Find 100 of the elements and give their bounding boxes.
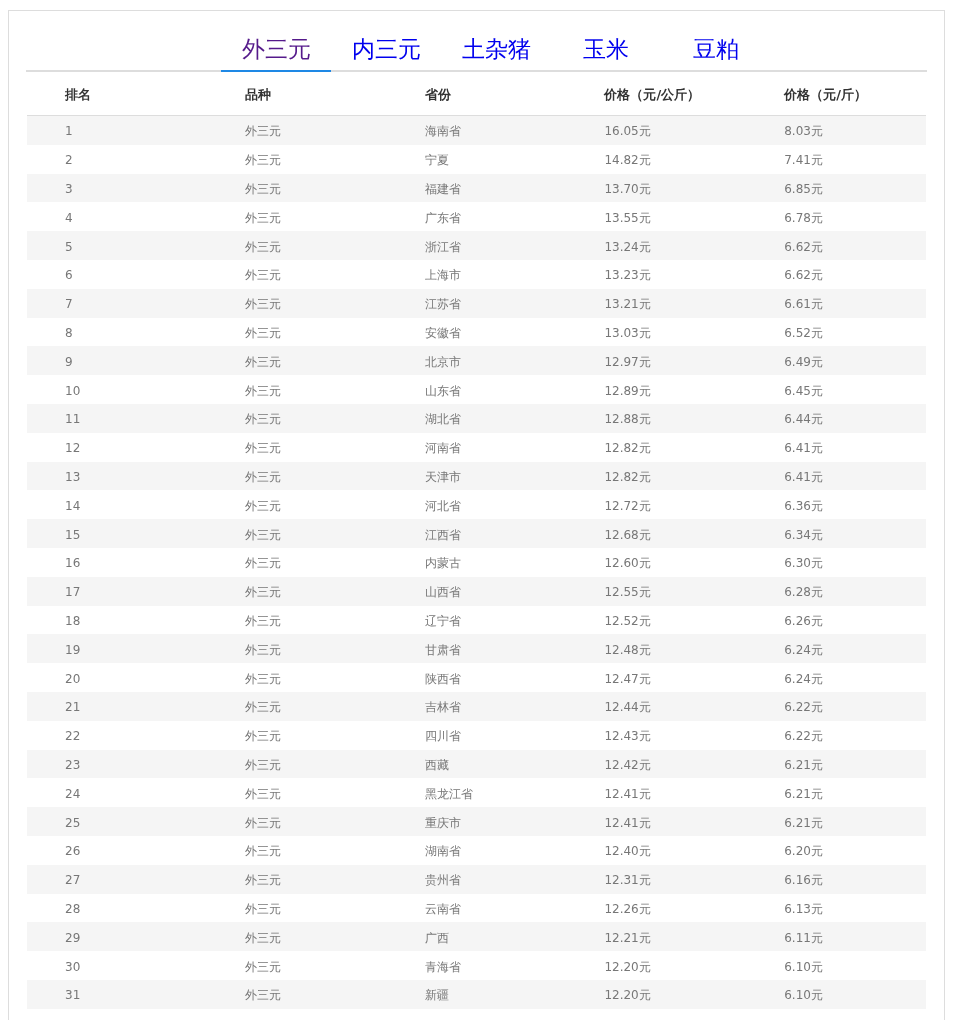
table-cell: 外三元 — [244, 124, 281, 139]
table-cell: 7.41元 — [784, 153, 823, 168]
table-cell: 新疆 — [424, 988, 449, 1003]
table-cell: 16.05元 — [604, 124, 651, 139]
table-cell: 黑龙江省 — [424, 786, 473, 801]
table-cell: 上海市 — [424, 268, 461, 283]
table-cell: 12.88元 — [604, 412, 651, 427]
table-cell: 6.30元 — [784, 556, 823, 571]
table-cell: 外三元 — [244, 469, 281, 484]
table-cell: 12.60元 — [604, 556, 651, 571]
table-cell: 6.20元 — [784, 844, 823, 859]
table-cell: 16 — [65, 556, 81, 571]
table-cell: 12.26元 — [604, 901, 651, 916]
table-cell: 6.26元 — [784, 613, 823, 628]
table-cell: 安徽省 — [424, 325, 461, 340]
table-cell: 外三元 — [244, 757, 281, 772]
table-cell: 外三元 — [244, 325, 281, 340]
table-cell: 12.97元 — [604, 354, 651, 369]
table-cell: 外三元 — [244, 901, 281, 916]
table-cell: 12.52元 — [604, 613, 651, 628]
table-cell: 11 — [65, 412, 81, 427]
table-cell: 内蒙古 — [424, 556, 461, 571]
table-cell: 12.44元 — [604, 700, 651, 715]
table-cell: 17 — [65, 585, 81, 600]
table-cell: 6.61元 — [784, 297, 823, 312]
table-cell: 19 — [65, 642, 81, 657]
table-cell: 12.55元 — [604, 585, 651, 600]
table-cell: 辽宁省 — [424, 613, 461, 628]
table-cell: 6.44元 — [784, 412, 823, 427]
table-cell: 外三元 — [244, 988, 281, 1003]
table-cell: 7 — [65, 297, 73, 312]
tab[interactable]: 玉米 — [551, 30, 661, 72]
table-cell: 山东省 — [424, 383, 461, 398]
table-cell: 6.10元 — [784, 988, 823, 1003]
table-cell: 20 — [65, 671, 81, 686]
table-cell: 6.45元 — [784, 383, 823, 398]
table-cell: 6.13元 — [784, 901, 823, 916]
table-cell: 外三元 — [244, 268, 281, 283]
table-cell: 青海省 — [424, 959, 461, 974]
table-cell: 6.21元 — [784, 786, 823, 801]
table-cell: 6.52元 — [784, 325, 823, 340]
table-cell: 6.78元 — [784, 210, 823, 225]
table-cell: 6.22元 — [784, 700, 823, 715]
table-cell: 1 — [65, 124, 73, 139]
table-cell: 外三元 — [244, 873, 281, 888]
table-cell: 外三元 — [244, 527, 281, 542]
table-cell: 外三元 — [244, 700, 281, 715]
table-cell: 2 — [65, 153, 73, 168]
column-header: 价格（元/斤） — [784, 86, 867, 102]
table-cell: 6.21元 — [784, 757, 823, 772]
table-cell: 6.16元 — [784, 873, 823, 888]
tab[interactable]: 内三元 — [331, 30, 441, 72]
table-cell: 6.11元 — [784, 930, 823, 945]
table-cell: 四川省 — [424, 729, 461, 744]
table-cell: 6.10元 — [784, 959, 823, 974]
table-cell: 23 — [65, 757, 81, 772]
table-cell: 12.42元 — [604, 757, 651, 772]
table-cell: 12.20元 — [604, 988, 651, 1003]
table-cell: 甘肃省 — [424, 642, 461, 657]
tab[interactable]: 豆粕 — [661, 30, 771, 72]
table-cell: 6.85元 — [784, 182, 823, 196]
table-cell: 湖南省 — [424, 844, 461, 859]
table-cell: 12 — [65, 441, 81, 456]
table-cell: 6.28元 — [784, 585, 823, 600]
table-cell: 12.82元 — [604, 469, 651, 484]
table-cell: 6.34元 — [784, 527, 823, 542]
table-cell: 吉林省 — [424, 700, 461, 715]
table-cell: 外三元 — [244, 671, 281, 686]
table-cell: 陕西省 — [424, 671, 461, 686]
table-cell: 山西省 — [424, 585, 461, 600]
table-cell: 24 — [65, 786, 81, 801]
table-cell: 外三元 — [244, 959, 281, 974]
table-cell: 广东省 — [424, 210, 461, 225]
table-cell: 15 — [65, 527, 81, 542]
table-cell: 12.68元 — [604, 527, 651, 542]
table-cell: 6.21元 — [784, 815, 823, 830]
table-cell: 外三元 — [244, 210, 281, 225]
table-cell: 外三元 — [244, 930, 281, 945]
table-cell: 30 — [65, 959, 81, 974]
table-cell: 外三元 — [244, 815, 281, 830]
table-cell: 14 — [65, 498, 81, 513]
table-cell: 13.70元 — [604, 182, 651, 196]
table-cell: 外三元 — [244, 182, 281, 196]
table-cell: 13.23元 — [604, 268, 651, 283]
table-cell: 12.31元 — [604, 873, 651, 888]
table-cell: 外三元 — [244, 556, 281, 571]
table-cell: 3 — [65, 182, 73, 196]
table-cell: 外三元 — [244, 844, 281, 859]
table-cell: 外三元 — [244, 354, 281, 369]
table-cell: 8.03元 — [784, 124, 823, 139]
table-cell: 西藏 — [424, 757, 449, 772]
table-cell: 12.21元 — [604, 930, 651, 945]
table-cell: 6.24元 — [784, 671, 823, 686]
table-cell: 外三元 — [244, 412, 281, 427]
table-cell: 外三元 — [244, 383, 281, 398]
tab[interactable]: 外三元 — [221, 30, 331, 72]
table-cell: 6.41元 — [784, 469, 823, 484]
tab[interactable]: 土杂猪 — [441, 30, 551, 72]
table-cell: 外三元 — [244, 441, 281, 456]
table-cell: 6.24元 — [784, 642, 823, 657]
